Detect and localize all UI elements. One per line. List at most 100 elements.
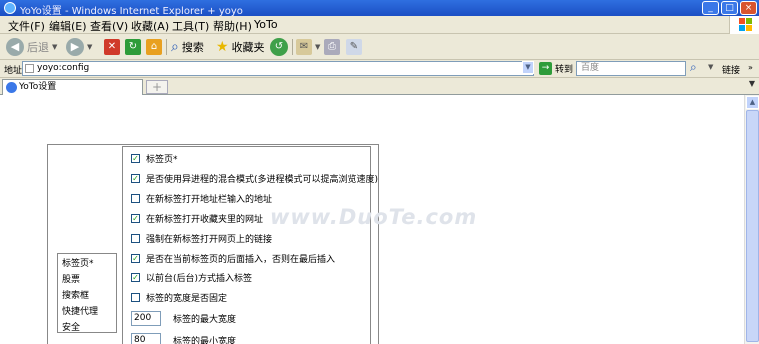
option-row[interactable]: ✓ 是否使用异进程的混合模式(多进程模式可以提高浏览速度) [131, 171, 378, 185]
plus-icon: + [151, 80, 163, 94]
checkbox[interactable]: ✓ [131, 253, 140, 263]
option-row[interactable]: ✓ 在新标签打开收藏夹里的网址 [131, 211, 263, 225]
ie-icon [4, 2, 16, 14]
checkbox[interactable]: ✓ [131, 153, 140, 163]
option-label: 标签的宽度是否固定 [146, 293, 228, 304]
menu-favorites[interactable]: 收藏(A) [131, 18, 169, 34]
go-button[interactable]: → 转到 [539, 60, 573, 77]
watermark-text: www.DuoTe.com [270, 205, 478, 229]
tab-yoto-settings[interactable]: YoTo设置 [2, 79, 143, 95]
option-label: 是否使用异进程的混合模式(多进程模式可以提高浏览速度) [146, 174, 379, 185]
width-row: 80 标签的最小宽度 [131, 332, 236, 344]
checkbox[interactable] [131, 193, 140, 203]
settings-nav: 标签页* 股票 搜索框 快捷代理 安全 [57, 253, 117, 333]
star-icon: ★ [216, 39, 229, 55]
menu-bar: 文件(F) 编辑(E) 查看(V) 收藏(A) 工具(T) 帮助(H) YoTo [0, 16, 759, 34]
home-button[interactable]: ⌂ [146, 37, 162, 57]
scroll-thumb[interactable] [746, 110, 759, 342]
menu-edit[interactable]: 编辑(E) [49, 18, 87, 34]
nav-item-security[interactable]: 安全 [62, 320, 112, 336]
links-button[interactable]: 链接 [722, 63, 740, 76]
checkbox[interactable]: ✓ [131, 272, 140, 282]
address-dropdown-icon[interactable]: ▼ [522, 61, 534, 74]
option-row[interactable]: ✓ 是否在当前标签页的后面插入，否则在最后插入 [131, 251, 335, 265]
option-row[interactable]: 强制在新标签打开网页上的链接 [131, 231, 272, 245]
home-icon: ⌂ [146, 39, 162, 55]
menu-file[interactable]: 文件(F) [8, 18, 45, 34]
max-width-input[interactable]: 200 [131, 310, 161, 326]
search-input[interactable]: 百度 [576, 61, 686, 76]
width-row: 200 标签的最大宽度 [131, 310, 236, 326]
minimize-button[interactable]: _ [702, 1, 719, 15]
menu-view[interactable]: 查看(V) [90, 18, 128, 34]
max-width-label: 标签的最大宽度 [173, 314, 237, 325]
min-width-label: 标签的最小宽度 [173, 336, 237, 344]
checkbox[interactable]: ✓ [131, 213, 140, 223]
print-button[interactable]: ⎙ [324, 37, 340, 57]
refresh-icon: ↻ [125, 39, 141, 55]
option-row[interactable]: ✓ 以前台(后台)方式插入标签 [131, 270, 252, 284]
edit-icon: ✎ [346, 39, 362, 55]
search-go-icon[interactable]: ⌕ [690, 60, 697, 75]
mail-button[interactable]: ✉ ▼ [296, 37, 320, 57]
toolbar-separator [292, 39, 293, 55]
menu-yoto[interactable]: YoTo [254, 18, 278, 31]
back-dropdown-icon: ▼ [52, 43, 58, 51]
mail-icon: ✉ [296, 39, 312, 55]
page-icon [25, 64, 34, 73]
refresh-button[interactable]: ↻ [125, 37, 141, 57]
toolbar: ◀ 后退 ▼ ▶ ▼ ✕ ↻ ⌂ ⌕ 搜索 ★ 收藏夹 ↺ ✉ ▼ ⎙ ✎ [0, 34, 759, 60]
stop-button[interactable]: ✕ [104, 37, 120, 57]
search-button[interactable]: ⌕ 搜索 [171, 37, 204, 57]
new-tab-button[interactable]: + [146, 80, 168, 94]
option-label: 标签页* [146, 154, 178, 165]
option-label: 是否在当前标签页的后面插入，否则在最后插入 [146, 254, 336, 265]
tab-list-dropdown-icon[interactable]: ▼ [749, 79, 755, 88]
checkbox[interactable]: ✓ [131, 173, 140, 183]
close-button[interactable]: × [740, 1, 757, 15]
option-label: 在新标签打开收藏夹里的网址 [146, 214, 264, 225]
history-icon: ↺ [270, 38, 288, 56]
links-chevron-icon[interactable]: » [748, 63, 753, 72]
back-arrow-icon: ◀ [6, 38, 24, 56]
vertical-scrollbar[interactable]: ▲ [744, 95, 759, 344]
address-bar: 地址(D) yoyo:config ▼ → 转到 百度 ⌕ ▼ 链接 » [0, 60, 759, 78]
checkbox[interactable] [131, 233, 140, 243]
edit-button[interactable]: ✎ [346, 37, 362, 57]
window-controls: _ □ × [702, 1, 757, 15]
menu-tools[interactable]: 工具(T) [172, 18, 209, 34]
option-row[interactable]: 在新标签打开地址栏输入的地址 [131, 191, 272, 205]
option-label: 以前台(后台)方式插入标签 [146, 273, 253, 284]
title-bar: YoYo设置 - Windows Internet Explorer + yoy… [0, 0, 759, 17]
nav-item-searchbox[interactable]: 搜索框 [62, 288, 112, 304]
back-button[interactable]: ◀ 后退 ▼ [6, 37, 57, 57]
nav-item-stocks[interactable]: 股票 [62, 272, 112, 288]
min-width-input[interactable]: 80 [131, 332, 161, 344]
option-row[interactable]: ✓ 标签页* [131, 151, 178, 165]
search-dropdown-icon[interactable]: ▼ [708, 63, 713, 71]
option-label: 强制在新标签打开网页上的链接 [146, 234, 273, 245]
nav-item-tabs[interactable]: 标签页* [62, 256, 112, 272]
scroll-up-icon[interactable]: ▲ [746, 96, 759, 109]
windows-logo-icon [729, 16, 759, 34]
option-label: 在新标签打开地址栏输入的地址 [146, 194, 273, 205]
tab-page-icon [6, 82, 17, 93]
menu-help[interactable]: 帮助(H) [213, 18, 252, 34]
option-row[interactable]: 标签的宽度是否固定 [131, 290, 227, 304]
favorites-button[interactable]: ★ 收藏夹 [216, 37, 265, 57]
window-title: YoYo设置 - Windows Internet Explorer + yoy… [20, 6, 243, 17]
search-icon: ⌕ [171, 39, 179, 55]
address-url: yoyo:config [37, 63, 90, 73]
mail-dropdown-icon: ▼ [315, 43, 321, 51]
address-input[interactable]: yoyo:config [22, 61, 534, 76]
toolbar-separator [166, 39, 167, 55]
forward-button[interactable]: ▶ ▼ [66, 37, 92, 57]
forward-arrow-icon: ▶ [66, 38, 84, 56]
maximize-button[interactable]: □ [721, 1, 738, 15]
forward-dropdown-icon: ▼ [87, 43, 93, 51]
checkbox[interactable] [131, 292, 140, 302]
history-button[interactable]: ↺ [270, 37, 288, 57]
go-arrow-icon: → [539, 62, 552, 75]
nav-item-proxy[interactable]: 快捷代理 [62, 304, 112, 320]
print-icon: ⎙ [324, 39, 340, 55]
